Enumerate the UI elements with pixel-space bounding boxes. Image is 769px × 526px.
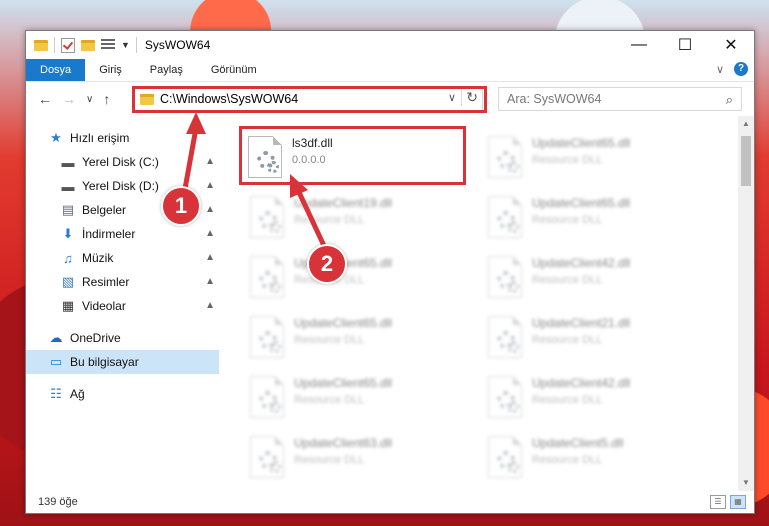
arrow-2-line [295,188,328,250]
step-2-badge: 2 [307,244,347,284]
step-1-badge: 1 [161,186,201,226]
annotation-arrows [180,112,328,250]
arrow-1-head [186,112,206,134]
